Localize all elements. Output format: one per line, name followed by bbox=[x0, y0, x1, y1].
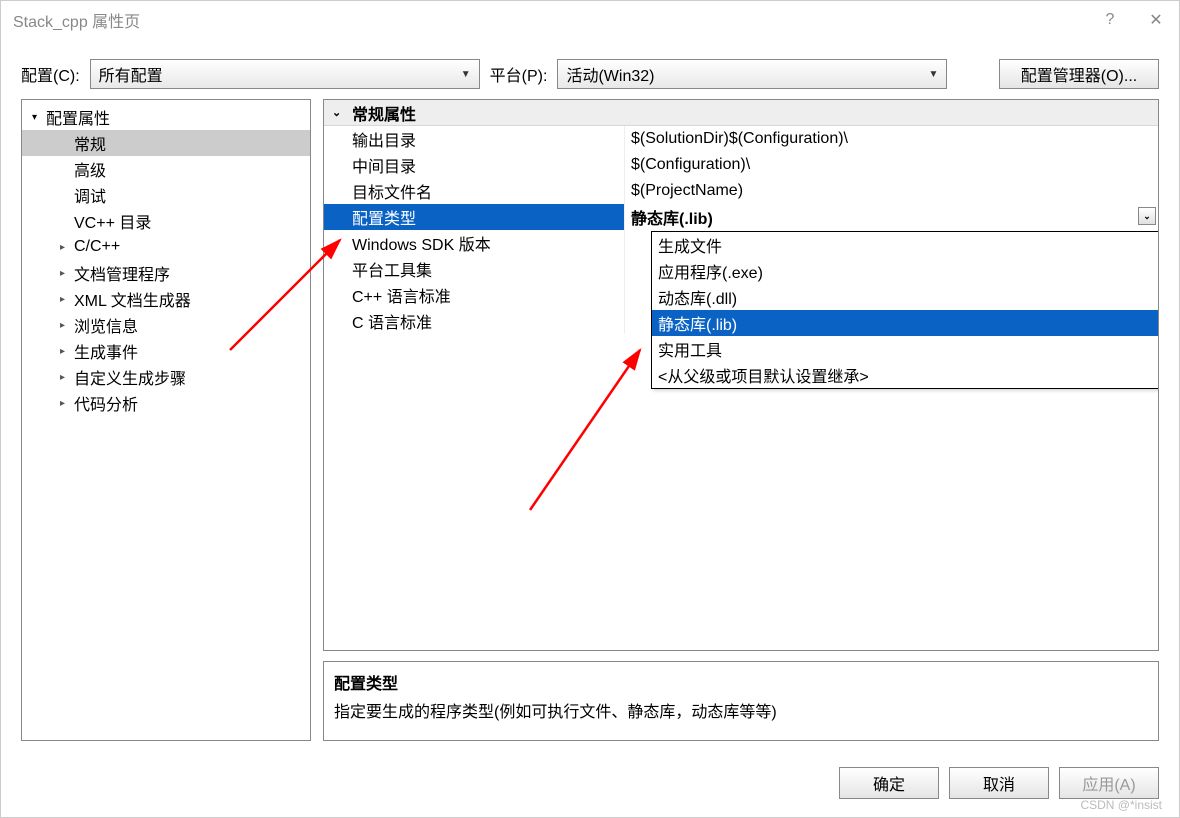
description-title: 配置类型 bbox=[334, 670, 1148, 694]
config-type-dropdown[interactable]: 生成文件应用程序(.exe)动态库(.dll)静态库(.lib)实用工具<从父级… bbox=[651, 231, 1159, 389]
dropdown-option[interactable]: 应用程序(.exe) bbox=[652, 258, 1159, 284]
property-value[interactable]: 静态库(.lib)⌄ bbox=[624, 204, 1158, 230]
watermark: CSDN @*insist bbox=[1080, 798, 1162, 812]
tree-item-codeanalysis[interactable]: 代码分析 bbox=[22, 390, 310, 416]
ok-button[interactable]: 确定 bbox=[839, 767, 939, 799]
config-bar: 配置(C): 所有配置 ▼ 平台(P): 活动(Win32) ▼ 配置管理器(O… bbox=[1, 39, 1179, 99]
property-value[interactable]: $(Configuration)\ bbox=[624, 152, 1158, 178]
chevron-down-icon: ▼ bbox=[929, 69, 939, 80]
config-combo[interactable]: 所有配置 ▼ bbox=[90, 59, 480, 89]
description-text: 指定要生成的程序类型(例如可执行文件、静态库，动态库等等) bbox=[334, 698, 1148, 722]
dialog-body: 配置属性 常规 高级 调试 VC++ 目录 C/C++ 文档管理程序 XML 文… bbox=[1, 99, 1179, 753]
tree-label: 代码分析 bbox=[74, 391, 138, 415]
tree-item-debug[interactable]: 调试 bbox=[22, 182, 310, 208]
platform-label: 平台(P): bbox=[490, 62, 548, 86]
dropdown-option[interactable]: 实用工具 bbox=[652, 336, 1159, 362]
group-header-general[interactable]: ⌄ 常规属性 bbox=[324, 100, 1158, 126]
tree-label: 配置属性 bbox=[46, 105, 110, 129]
close-button[interactable]: ✕ bbox=[1133, 1, 1179, 39]
apply-button[interactable]: 应用(A) bbox=[1059, 767, 1159, 799]
dropdown-option[interactable]: <从父级或项目默认设置继承> bbox=[652, 362, 1159, 388]
tree-label: 常规 bbox=[74, 131, 106, 155]
dropdown-option[interactable]: 静态库(.lib) bbox=[652, 310, 1159, 336]
tree-item-custombuild[interactable]: 自定义生成步骤 bbox=[22, 364, 310, 390]
tree-item-general[interactable]: 常规 bbox=[22, 130, 310, 156]
property-name: 目标文件名 bbox=[324, 178, 624, 204]
dropdown-option[interactable]: 动态库(.dll) bbox=[652, 284, 1159, 310]
tree-label: 浏览信息 bbox=[74, 313, 138, 337]
config-label: 配置(C): bbox=[21, 62, 80, 86]
property-row[interactable]: 配置类型静态库(.lib)⌄ bbox=[324, 204, 1158, 230]
description-panel: 配置类型 指定要生成的程序类型(例如可执行文件、静态库，动态库等等) bbox=[323, 661, 1159, 741]
tree-item-docmgr[interactable]: 文档管理程序 bbox=[22, 260, 310, 286]
property-value[interactable]: $(SolutionDir)$(Configuration)\ bbox=[624, 126, 1158, 152]
category-tree[interactable]: 配置属性 常规 高级 调试 VC++ 目录 C/C++ 文档管理程序 XML 文… bbox=[21, 99, 311, 741]
dropdown-option[interactable]: 生成文件 bbox=[652, 232, 1159, 258]
property-name: 配置类型 bbox=[324, 204, 624, 230]
help-icon: ? bbox=[1106, 11, 1115, 29]
window-title: Stack_cpp 属性页 bbox=[13, 8, 140, 32]
property-name: C++ 语言标准 bbox=[324, 282, 624, 308]
config-manager-label: 配置管理器(O)... bbox=[1021, 62, 1137, 86]
tree-label: 文档管理程序 bbox=[74, 261, 170, 285]
tree-label: 自定义生成步骤 bbox=[74, 365, 186, 389]
group-title: 常规属性 bbox=[352, 101, 416, 125]
apply-label: 应用(A) bbox=[1082, 771, 1135, 795]
tree-item-vcdir[interactable]: VC++ 目录 bbox=[22, 208, 310, 234]
property-page-window: Stack_cpp 属性页 ? ✕ 配置(C): 所有配置 ▼ 平台(P): 活… bbox=[0, 0, 1180, 818]
property-name: 中间目录 bbox=[324, 152, 624, 178]
tree-label: C/C++ bbox=[74, 238, 120, 256]
config-value: 所有配置 bbox=[99, 62, 163, 86]
property-grid: ⌄ 常规属性 输出目录$(SolutionDir)$(Configuration… bbox=[323, 99, 1159, 651]
titlebar: Stack_cpp 属性页 ? ✕ bbox=[1, 1, 1179, 39]
cancel-button[interactable]: 取消 bbox=[949, 767, 1049, 799]
help-button[interactable]: ? bbox=[1087, 1, 1133, 39]
platform-combo[interactable]: 活动(Win32) ▼ bbox=[557, 59, 947, 89]
tree-item-advanced[interactable]: 高级 bbox=[22, 156, 310, 182]
tree-item-xmlgen[interactable]: XML 文档生成器 bbox=[22, 286, 310, 312]
tree-label: VC++ 目录 bbox=[74, 209, 151, 233]
property-name: Windows SDK 版本 bbox=[324, 230, 624, 256]
dropdown-button[interactable]: ⌄ bbox=[1138, 207, 1156, 225]
close-icon: ✕ bbox=[1149, 10, 1162, 30]
property-value[interactable]: $(ProjectName) bbox=[624, 178, 1158, 204]
chevron-down-icon: ⌄ bbox=[332, 106, 352, 119]
tree-item-buildevents[interactable]: 生成事件 bbox=[22, 338, 310, 364]
cancel-label: 取消 bbox=[983, 771, 1015, 795]
tree-label: 调试 bbox=[74, 183, 106, 207]
tree-item-browse[interactable]: 浏览信息 bbox=[22, 312, 310, 338]
ok-label: 确定 bbox=[873, 771, 905, 795]
tree-root-config-properties[interactable]: 配置属性 bbox=[22, 104, 310, 130]
property-row[interactable]: 输出目录$(SolutionDir)$(Configuration)\ bbox=[324, 126, 1158, 152]
tree-label: 生成事件 bbox=[74, 339, 138, 363]
property-name: 平台工具集 bbox=[324, 256, 624, 282]
tree-label: XML 文档生成器 bbox=[74, 287, 191, 311]
config-manager-button[interactable]: 配置管理器(O)... bbox=[999, 59, 1159, 89]
property-name: C 语言标准 bbox=[324, 308, 624, 334]
property-name: 输出目录 bbox=[324, 126, 624, 152]
property-row[interactable]: 中间目录$(Configuration)\ bbox=[324, 152, 1158, 178]
property-row[interactable]: 目标文件名$(ProjectName) bbox=[324, 178, 1158, 204]
tree-item-cpp[interactable]: C/C++ bbox=[22, 234, 310, 260]
chevron-down-icon: ▼ bbox=[461, 69, 471, 80]
dialog-footer: 确定 取消 应用(A) bbox=[1, 753, 1179, 817]
right-panel: ⌄ 常规属性 输出目录$(SolutionDir)$(Configuration… bbox=[323, 99, 1159, 741]
tree-label: 高级 bbox=[74, 157, 106, 181]
platform-value: 活动(Win32) bbox=[566, 62, 654, 86]
